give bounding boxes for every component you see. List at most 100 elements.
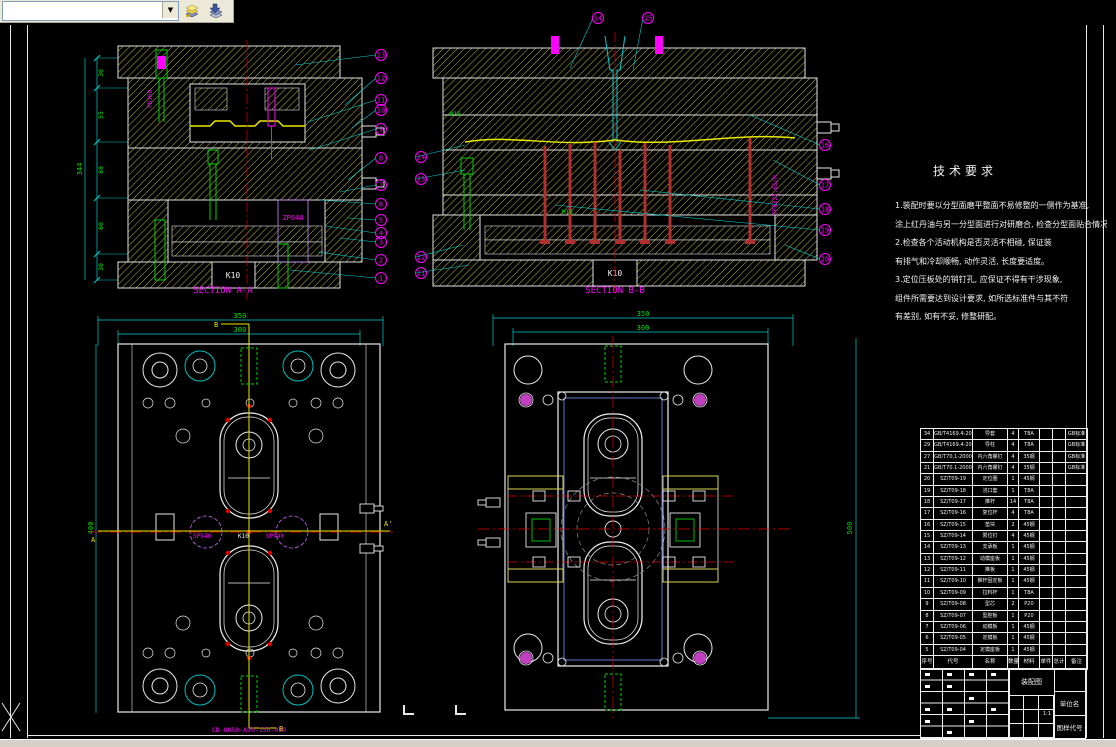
dim-350: 350: [234, 312, 247, 320]
table-cell: [1040, 531, 1053, 542]
table-cell: [1066, 497, 1087, 507]
table-cell: [1040, 633, 1053, 644]
drawing-name: 装配图: [1009, 669, 1054, 696]
spring-section: [157, 56, 166, 69]
svg-text:20: 20: [821, 256, 829, 264]
table-cell: [1053, 576, 1066, 587]
pillar-label: ZP648: [282, 214, 303, 222]
table-row: 12 SZ/T09-11 推板 1 45钢: [921, 565, 1087, 577]
plan-view-moving-half[interactable]: 350 300 400 B B A A' SP940 K10 SP940 CD-…: [87, 308, 400, 740]
svg-text:5: 5: [379, 217, 383, 225]
table-cell: SZ/T09-11: [934, 565, 973, 576]
dim-500: 500: [846, 522, 854, 535]
scale-value: 1:1: [1041, 711, 1052, 717]
org-name: 单位名: [1054, 692, 1085, 716]
dim-segment: 30: [97, 263, 105, 271]
dim-segment: 55: [97, 111, 105, 119]
table-cell: [1066, 645, 1087, 655]
table-cell: 11: [921, 576, 934, 587]
dimension-chain-left: [84, 54, 128, 284]
horizontal-scrollbar[interactable]: [0, 739, 1116, 747]
table-header-cell: 数量: [1008, 655, 1019, 669]
layer-previous-icon: [185, 4, 199, 18]
svg-text:14: 14: [594, 15, 602, 23]
table-cell: GB/T4169.4-2006: [934, 429, 973, 440]
table-row: 27 GB/T70.1-2000 内六角螺钉 4 35钢 GB标准: [921, 451, 1087, 464]
table-header-cell: 序号: [921, 655, 934, 669]
table-row: 14 SZ/T09-13 支承板 1 45钢: [921, 542, 1087, 554]
section-aa-view[interactable]: 344 PB360 ZP648 K10 13121110987654321 SE…: [40, 30, 400, 310]
table-cell: 14: [921, 542, 934, 553]
table-cell: 4: [1008, 429, 1019, 440]
table-cell: T8A: [1019, 497, 1040, 508]
table-cell: 35钢: [1019, 463, 1040, 474]
table-cell: [1040, 553, 1053, 565]
table-cell: T8A: [1019, 508, 1040, 519]
dimension-lines: [492, 314, 860, 719]
table-cell: [1053, 644, 1066, 655]
table-cell: [1066, 486, 1087, 496]
table-cell: [1040, 508, 1053, 519]
svg-text:11: 11: [377, 97, 385, 105]
chevron-down-icon[interactable]: ▼: [162, 2, 178, 18]
table-cell: SZ/T09-08: [934, 599, 973, 610]
table-cell: 2: [1008, 599, 1019, 610]
tech-req-line: 有排气和冷却顺畅, 动作灵活, 长度要适度。: [895, 256, 1050, 266]
thread-label: M16: [450, 111, 461, 118]
dimension-lines-top: [95, 316, 384, 713]
table-cell: [1066, 474, 1087, 484]
table-cell: 21: [921, 463, 934, 474]
table-cell: [1040, 485, 1053, 497]
svg-text:21: 21: [417, 270, 425, 278]
plan-view-fixed-half[interactable]: 350 300 500: [477, 308, 873, 740]
mold-plate-stack: [432, 47, 818, 287]
title-block: 装配图 1:1 单位名 图样代号: [920, 668, 1086, 739]
ucs-icon: [1, 702, 21, 732]
nozzle-fittings: [816, 121, 840, 180]
table-row: 16 SZ/T09-15 垫块 2 45钢: [921, 519, 1087, 532]
title-block-empty-cell: [1054, 669, 1085, 693]
layer-manager-button[interactable]: [205, 1, 227, 21]
table-row: 18 SZ/T09-17 推杆 14 T8A: [921, 497, 1087, 509]
table-cell: 34: [921, 429, 934, 440]
table-cell: [1040, 542, 1053, 553]
table-cell: [1040, 565, 1053, 576]
table-cell: [1040, 576, 1053, 587]
section-bb-view[interactable]: M16 M16 TF6327.65/H K10 1617181920242322…: [405, 12, 870, 310]
layer-combobox[interactable]: ▼: [2, 1, 179, 21]
table-row: 9 SZ/T09-08 型芯 2 P20: [921, 599, 1087, 611]
title-block-center: 装配图 1:1: [1009, 669, 1055, 738]
table-cell: 10: [921, 587, 934, 599]
table-cell: T8A: [1019, 587, 1040, 599]
table-cell: 1: [1008, 553, 1019, 565]
table-cell: 4: [1008, 531, 1019, 542]
table-cell: [1040, 599, 1053, 610]
table-cell: 1: [1008, 485, 1019, 497]
water-nozzles: [477, 497, 501, 548]
table-cell: SZ/T09-05: [934, 633, 973, 644]
viewport-corner-mark: [403, 705, 414, 715]
sheet-border-inner-left: [27, 25, 28, 738]
table-cell: 8: [921, 610, 934, 621]
table-cell: 5: [921, 644, 934, 655]
table-cell: P20: [1019, 610, 1040, 621]
table-cell: T8A: [1019, 485, 1040, 497]
table-cell: 14: [1008, 497, 1019, 508]
table-cell: 推杆: [973, 497, 1008, 508]
table-cell: [1053, 463, 1066, 474]
table-cell: SZ/T09-18: [934, 485, 973, 497]
table-cell: SZ/T09-19: [934, 474, 973, 485]
table-cell: 1: [1008, 610, 1019, 621]
table-cell: [1053, 440, 1066, 451]
table-cell: [1053, 531, 1066, 542]
tech-req-line: 涂上红丹油与另一分型面进行对研磨合, 检查分型面贴合情况。: [895, 219, 1107, 229]
tech-req-line: 有差别, 如有不妥, 修整研配。: [895, 312, 1002, 321]
svg-text:1: 1: [379, 275, 383, 283]
layer-previous-button[interactable]: [181, 1, 203, 21]
table-cell: 18: [921, 497, 934, 508]
dim-overall: 344: [76, 163, 84, 176]
table-cell: 15: [921, 531, 934, 542]
table-cell: 支承板: [973, 542, 1008, 553]
table-cell: 45钢: [1019, 519, 1040, 531]
sp940-label: SP940: [266, 533, 284, 540]
